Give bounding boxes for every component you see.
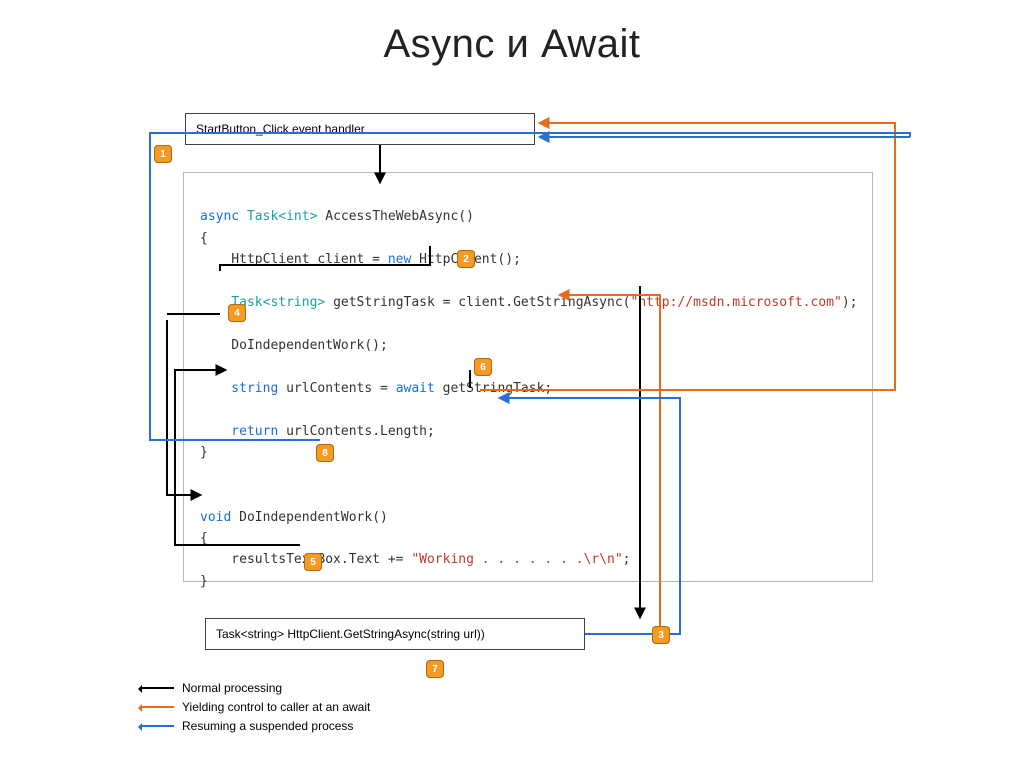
line-urlcontents-d: getStringTask; bbox=[435, 381, 552, 396]
str-url: "http://msdn.microsoft.com" bbox=[631, 295, 842, 310]
legend-blue-icon bbox=[140, 725, 174, 727]
httpclient-box: Task<string> HttpClient.GetStringAsync(s… bbox=[205, 618, 585, 650]
step-8: 8 bbox=[316, 444, 334, 462]
fn-doindependent: DoIndependentWork() bbox=[231, 510, 388, 525]
line-doindependent: DoIndependentWork(); bbox=[200, 338, 388, 353]
line-return-b: urlContents.Length; bbox=[278, 424, 435, 439]
line-getstring-d: ); bbox=[842, 295, 858, 310]
str-working: "Working . . . . . . .\r\n" bbox=[411, 552, 622, 567]
httpclient-label: Task<string> HttpClient.GetStringAsync(s… bbox=[216, 627, 485, 641]
event-handler-label: StartButton_Click event handler bbox=[196, 122, 365, 136]
event-handler-box: StartButton_Click event handler bbox=[185, 113, 535, 145]
kw-await: await bbox=[396, 381, 435, 396]
kw-string: string bbox=[200, 381, 278, 396]
step-3: 3 bbox=[652, 626, 670, 644]
line-urlcontents-b: urlContents = bbox=[278, 381, 395, 396]
legend-yield: Yielding control to caller at an await bbox=[140, 699, 370, 716]
step-5: 5 bbox=[304, 553, 322, 571]
page-title: Async и Await bbox=[0, 22, 1024, 67]
line-results-b: ; bbox=[623, 552, 631, 567]
kw-void: void bbox=[200, 510, 231, 525]
code-box: async Task<int> AccessTheWebAsync() { Ht… bbox=[183, 172, 873, 582]
kw-async: async bbox=[200, 209, 239, 224]
legend-resume: Resuming a suspended process bbox=[140, 718, 370, 735]
step-2: 2 bbox=[457, 250, 475, 268]
typ-string: <string> bbox=[263, 295, 326, 310]
step-6: 6 bbox=[474, 358, 492, 376]
legend-yield-label: Yielding control to caller at an await bbox=[182, 699, 370, 716]
step-1: 1 bbox=[154, 145, 172, 163]
typ-int: <int> bbox=[278, 209, 317, 224]
brace-close-2: } bbox=[200, 574, 208, 589]
legend: Normal processing Yielding control to ca… bbox=[140, 680, 370, 736]
legend-black-icon bbox=[140, 687, 174, 689]
brace-open-1: { bbox=[200, 231, 208, 246]
legend-normal-label: Normal processing bbox=[182, 680, 282, 697]
typ-task: Task bbox=[247, 209, 278, 224]
brace-open-2: { bbox=[200, 531, 208, 546]
kw-new: new bbox=[388, 252, 411, 267]
step-4: 4 bbox=[228, 304, 246, 322]
line-getstring-b: getStringTask = client.GetStringAsync( bbox=[325, 295, 630, 310]
legend-resume-label: Resuming a suspended process bbox=[182, 718, 353, 735]
line-httpclient-a: HttpClient client = bbox=[200, 252, 388, 267]
fn-name: AccessTheWebAsync() bbox=[317, 209, 474, 224]
legend-normal: Normal processing bbox=[140, 680, 370, 697]
step-7: 7 bbox=[426, 660, 444, 678]
legend-orange-icon bbox=[140, 706, 174, 708]
brace-close-1: } bbox=[200, 445, 208, 460]
kw-return: return bbox=[200, 424, 278, 439]
